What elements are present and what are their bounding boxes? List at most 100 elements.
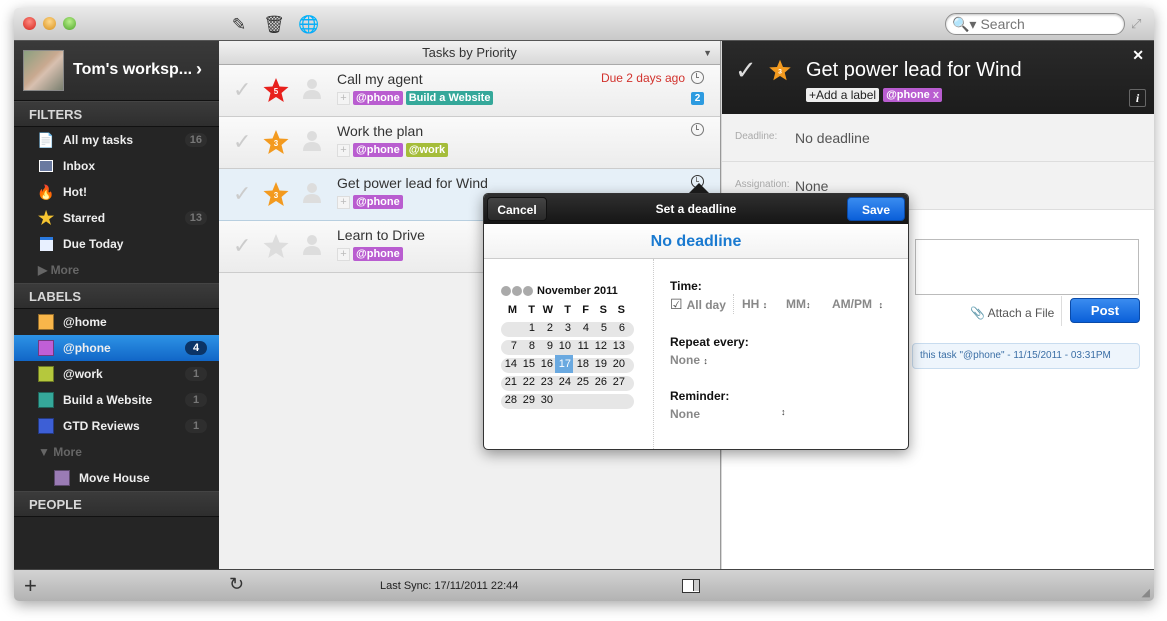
remove-tag-icon[interactable]: x <box>933 89 939 101</box>
trash-icon[interactable]: 🗑 <box>263 14 285 36</box>
sidebar-item-inbox[interactable]: Inbox <box>14 153 219 179</box>
calendar-day[interactable]: 28 <box>501 391 519 409</box>
tag-phone[interactable]: @phone <box>353 247 403 261</box>
close-icon[interactable]: ✕ <box>1132 47 1144 64</box>
calendar-day[interactable]: 4 <box>573 319 591 337</box>
sidebar-item-starred[interactable]: ★ Starred 13 <box>14 205 219 231</box>
next-month-icon[interactable] <box>523 286 533 296</box>
sidebar-label-home[interactable]: @home <box>14 309 219 335</box>
priority-star-icon[interactable]: 5 <box>262 76 290 104</box>
priority-star-icon[interactable]: 3 <box>768 58 792 82</box>
toggle-panel-icon[interactable] <box>682 579 700 593</box>
calendar-day[interactable]: 2 <box>537 319 555 337</box>
resize-grip-icon[interactable]: ◢ <box>1142 586 1150 599</box>
prev-month-icon[interactable] <box>501 286 511 296</box>
clock-icon[interactable] <box>691 123 704 136</box>
calendar-day[interactable]: 23 <box>537 373 555 391</box>
calendar-day[interactable]: 12 <box>591 337 609 355</box>
calendar-day[interactable]: 8 <box>519 337 537 355</box>
checkbox-checked-icon[interactable]: ☑ <box>670 296 683 313</box>
add-tag-icon[interactable]: + <box>337 247 350 261</box>
calendar-day[interactable]: 3 <box>555 319 573 337</box>
calendar-day[interactable]: 15 <box>519 355 537 373</box>
search-field[interactable]: 🔍▾ <box>945 13 1125 35</box>
today-icon[interactable] <box>512 286 522 296</box>
compose-icon[interactable]: ✎ <box>228 14 250 36</box>
clock-icon[interactable] <box>691 71 704 84</box>
calendar-day[interactable]: 30 <box>537 391 555 409</box>
assignee-person-icon[interactable] <box>302 233 322 257</box>
calendar-day[interactable]: 22 <box>519 373 537 391</box>
calendar-day[interactable]: 6 <box>609 319 627 337</box>
calendar-day[interactable]: 26 <box>591 373 609 391</box>
add-tag-icon[interactable]: + <box>337 195 350 209</box>
filters-more-toggle[interactable]: ▶ More <box>14 257 219 283</box>
calendar-day[interactable]: 11 <box>573 337 591 355</box>
labels-more-toggle[interactable]: ▼ More <box>14 439 219 465</box>
priority-star-icon[interactable]: 3 <box>262 128 290 156</box>
calendar-day[interactable]: 10 <box>555 337 573 355</box>
assignee-person-icon[interactable] <box>302 77 322 101</box>
calendar-day[interactable]: 24 <box>555 373 573 391</box>
calendar-day[interactable]: 20 <box>609 355 627 373</box>
chevron-right-icon[interactable]: › <box>196 59 202 80</box>
tag-work[interactable]: @work <box>405 143 449 157</box>
sidebar-label-build-a-website[interactable]: Build a Website 1 <box>14 387 219 413</box>
complete-checkmark-icon[interactable]: ✓ <box>735 55 757 86</box>
calendar-day[interactable]: 5 <box>591 319 609 337</box>
complete-checkmark-icon[interactable]: ✓ <box>233 181 251 207</box>
detail-title[interactable]: Get power lead for Wind <box>806 59 1022 82</box>
minute-select[interactable]: MM↕ <box>786 297 811 311</box>
calendar-day[interactable]: 18 <box>573 355 591 373</box>
add-icon[interactable]: + <box>24 573 37 599</box>
calendar-day[interactable]: 16 <box>537 355 555 373</box>
globe-icon[interactable]: 🌐 <box>298 14 320 36</box>
calendar-day[interactable]: 21 <box>501 373 519 391</box>
calendar-day[interactable]: 7 <box>501 337 519 355</box>
task-row[interactable]: ✓ 5 Call my agent + @phone Build a Websi… <box>219 65 720 117</box>
calendar-day[interactable]: 13 <box>609 337 627 355</box>
tag-phone[interactable]: @phone <box>353 195 403 209</box>
sidebar-label-move-house[interactable]: Move House <box>14 465 219 491</box>
add-tag-icon[interactable]: + <box>337 91 350 105</box>
calendar-day[interactable]: 1 <box>519 319 537 337</box>
workspace-header[interactable]: Tom's worksp... › <box>14 41 219 101</box>
complete-checkmark-icon[interactable]: ✓ <box>233 77 251 103</box>
comment-input[interactable] <box>915 239 1139 295</box>
sidebar-label-phone[interactable]: @phone 4 <box>14 335 219 361</box>
hour-select[interactable]: HH ↕ <box>742 297 767 311</box>
deadline-field[interactable]: Deadline: No deadline <box>722 114 1154 162</box>
task-row[interactable]: ✓ 3 Work the plan + @phone @work <box>219 117 720 169</box>
close-window-button[interactable] <box>23 17 36 30</box>
calendar-day[interactable]: 14 <box>501 355 519 373</box>
detail-tag-phone[interactable]: @phone x <box>883 88 942 102</box>
calendar-day-today[interactable]: 17 <box>555 355 573 373</box>
sidebar-item-due-today[interactable]: Due Today <box>14 231 219 257</box>
complete-checkmark-icon[interactable]: ✓ <box>233 233 251 259</box>
info-icon[interactable]: i <box>1129 89 1146 107</box>
tag-phone[interactable]: @phone <box>353 143 403 157</box>
reminder-select[interactable]: None ↕ <box>670 407 790 421</box>
add-tag-icon[interactable]: + <box>337 143 350 157</box>
calendar-day[interactable]: 19 <box>591 355 609 373</box>
sidebar-label-gtd-reviews[interactable]: GTD Reviews 1 <box>14 413 219 439</box>
search-input[interactable] <box>980 16 1121 32</box>
ampm-select[interactable]: AM/PM ↕ <box>832 297 883 311</box>
all-day-checkbox[interactable]: ☑ All day <box>670 296 726 313</box>
add-label-button[interactable]: +Add a label <box>806 88 880 102</box>
complete-checkmark-icon[interactable]: ✓ <box>233 129 251 155</box>
sidebar-label-work[interactable]: @work 1 <box>14 361 219 387</box>
refresh-icon[interactable]: ↻ <box>229 574 244 595</box>
calendar-day[interactable]: 29 <box>519 391 537 409</box>
assignee-person-icon[interactable] <box>302 129 322 153</box>
attach-file-button[interactable]: 📎 Attach a File <box>970 306 1054 320</box>
repeat-select[interactable]: None ↕ <box>670 353 708 367</box>
priority-star-icon[interactable] <box>262 232 290 260</box>
calendar-day[interactable]: 9 <box>537 337 555 355</box>
sort-selector[interactable]: Tasks by Priority ▼ <box>219 41 720 65</box>
tag-build-a-website[interactable]: Build a Website <box>405 91 494 105</box>
calendar-day[interactable]: 25 <box>573 373 591 391</box>
minimize-window-button[interactable] <box>43 17 56 30</box>
sidebar-item-hot[interactable]: 🔥 Hot! <box>14 179 219 205</box>
priority-star-icon[interactable]: 3 <box>262 180 290 208</box>
